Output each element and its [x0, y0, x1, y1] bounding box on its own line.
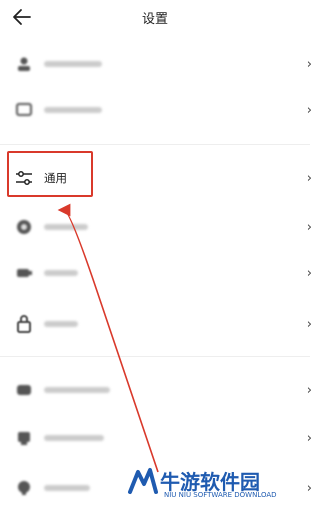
help-icon [18, 481, 30, 495]
settings-row-notifications[interactable]: › [0, 253, 312, 293]
watermark: 牛游软件园 NIU NIU SOFTWARE DOWNLOAD [126, 466, 306, 506]
row-label [44, 321, 78, 327]
chevron-right-icon: › [306, 220, 312, 235]
settings-row-about[interactable]: › [0, 418, 312, 458]
row-label [44, 485, 90, 491]
chevron-right-icon: › [306, 171, 312, 186]
row-label [44, 387, 110, 393]
watermark-subtitle: NIU NIU SOFTWARE DOWNLOAD [164, 491, 277, 499]
chevron-right-icon: › [306, 266, 312, 281]
chevron-right-icon: › [306, 317, 312, 332]
toggle-icon [17, 269, 32, 277]
row-label [44, 107, 102, 113]
settings-row-protection[interactable]: › [0, 370, 312, 410]
shield-icon [17, 385, 31, 395]
chevron-right-icon: › [306, 383, 312, 398]
settings-row-account[interactable]: › [0, 44, 312, 84]
chevron-right-icon: › [306, 103, 312, 118]
header-bar: 设置 [0, 0, 310, 36]
chevron-right-icon: › [306, 57, 312, 72]
section-divider [0, 356, 310, 357]
page-title: 设置 [141, 12, 168, 27]
highlight-box [7, 151, 93, 197]
row-label [44, 61, 102, 67]
row-label [44, 270, 78, 276]
palette-icon [17, 220, 31, 234]
niuniu-logo-icon [128, 468, 158, 494]
row-label [44, 435, 104, 441]
settings-row-privacy[interactable]: › [0, 90, 312, 130]
chevron-right-icon: › [306, 431, 312, 446]
row-label [44, 224, 88, 230]
settings-row-security[interactable]: › [0, 304, 312, 344]
chat-icon [16, 103, 32, 116]
settings-row-theme[interactable]: › [0, 207, 312, 247]
user-icon [18, 57, 30, 71]
info-icon [18, 432, 30, 445]
section-divider [0, 144, 310, 145]
lock-icon [17, 315, 31, 333]
chevron-right-icon: › [306, 481, 312, 496]
